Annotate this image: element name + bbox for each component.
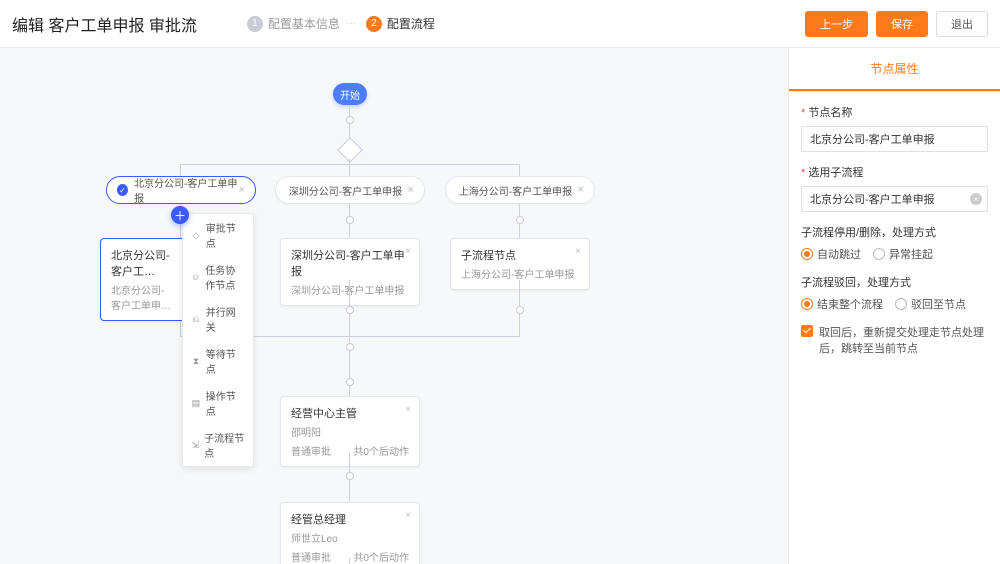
check-icon: ✓ (117, 184, 128, 196)
reject-radio-group: 结束整个流程 驳回至节点 (801, 296, 988, 312)
prev-button[interactable]: 上一步 (805, 11, 868, 37)
dropdown-item-op[interactable]: ▤操作节点 (183, 382, 253, 424)
step-1[interactable]: 1 配置基本信息 (247, 15, 340, 32)
flow-node-card[interactable]: × 经营中心主管 邵明阳 普通审批共0个后动作 (280, 396, 420, 467)
dropdown-item-wait[interactable]: ⧗等待节点 (183, 340, 253, 382)
node-type-dropdown: ◇审批节点 ☺任务协作节点 ⎌并行网关 ⧗等待节点 ▤操作节点 ⇲子流程节点 (182, 213, 254, 467)
flow-node-card[interactable]: 北京分公司-客户工… 北京分公司-客户工单申… (100, 238, 185, 321)
close-icon[interactable]: × (405, 404, 411, 415)
properties-panel: 节点属性 节点名称 选用子流程 × 子流程停用/删除，处理方式 自动跳过 异常挂… (788, 48, 1000, 564)
flow-node-card[interactable]: × 经管总经理 师世立Leo 普通审批共0个后动作 (280, 502, 420, 564)
close-icon[interactable]: × (408, 184, 414, 196)
gateway-diamond[interactable] (337, 137, 362, 162)
wait-icon: ⧗ (191, 356, 201, 366)
flow-node-card[interactable]: × 子流程节点 上海分公司-客户工单申报 (450, 238, 590, 290)
radio-auto-skip[interactable]: 自动跳过 (801, 246, 861, 262)
save-button[interactable]: 保存 (876, 11, 928, 37)
connector-dot[interactable] (346, 472, 354, 480)
collab-icon: ☺ (191, 272, 200, 282)
step-number-icon: 1 (247, 16, 263, 32)
radio-end-flow[interactable]: 结束整个流程 (801, 296, 883, 312)
step-2[interactable]: 2 配置流程 (366, 15, 435, 32)
branch-tab[interactable]: 上海分公司-客户工单申报 × (445, 176, 595, 204)
radio-dot-icon (801, 248, 813, 260)
node-name-input[interactable] (801, 126, 988, 152)
flow-node-card[interactable]: × 深圳分公司-客户工单申报 深圳分公司-客户工单申报 (280, 238, 420, 306)
close-icon[interactable]: × (575, 246, 581, 257)
label-node-name: 节点名称 (801, 104, 988, 120)
header-actions: 上一步 保存 退出 (805, 11, 988, 37)
connector-dot[interactable] (346, 343, 354, 351)
flow-canvas[interactable]: 开始 ✓ 北京分公司-客户工单申报 × 深圳分公司-客户工单申报 × 上海分公司… (0, 48, 788, 564)
connector-dot[interactable] (346, 306, 354, 314)
radio-dot-icon (895, 298, 907, 310)
step-number-icon: 2 (366, 16, 382, 32)
connector-dot[interactable] (516, 306, 524, 314)
radio-return-node[interactable]: 驳回至节点 (895, 296, 966, 312)
op-icon: ▤ (191, 398, 201, 408)
dropdown-item-sub[interactable]: ⇲子流程节点 (183, 424, 253, 466)
radio-exception[interactable]: 异常挂起 (873, 246, 933, 262)
subflow-select[interactable] (801, 186, 988, 212)
close-icon[interactable]: × (405, 510, 411, 521)
gateway-icon: ⎌ (191, 314, 201, 324)
dropdown-item-gateway[interactable]: ⎌并行网关 (183, 298, 253, 340)
tab-node-props[interactable]: 节点属性 (789, 48, 1000, 91)
label-reject-mode: 子流程驳回，处理方式 (801, 274, 988, 290)
add-node-button[interactable]: ＋ (171, 206, 189, 224)
connector-line (180, 164, 520, 165)
step-separator: ··· (346, 18, 356, 29)
subflow-icon: ⇲ (191, 440, 199, 450)
connector-line (349, 558, 350, 564)
stop-radio-group: 自动跳过 异常挂起 (801, 246, 988, 262)
branch-tab[interactable]: 深圳分公司-客户工单申报 × (275, 176, 425, 204)
label-subflow: 选用子流程 (801, 164, 988, 180)
branch-tab[interactable]: ✓ 北京分公司-客户工单申报 × (106, 176, 256, 204)
close-icon[interactable]: × (578, 184, 584, 196)
dropdown-item-audit[interactable]: ◇审批节点 (183, 214, 253, 256)
checkbox-icon (801, 325, 813, 337)
audit-icon: ◇ (191, 230, 201, 240)
exit-button[interactable]: 退出 (936, 11, 988, 37)
dropdown-item-collab[interactable]: ☺任务协作节点 (183, 256, 253, 298)
radio-dot-icon (873, 248, 885, 260)
page-title: 编辑 客户工单申报 审批流 (12, 12, 197, 36)
header: 编辑 客户工单申报 审批流 1 配置基本信息 ··· 2 配置流程 上一步 保存… (0, 0, 1000, 48)
start-node[interactable]: 开始 (333, 83, 367, 105)
connector-dot[interactable] (346, 116, 354, 124)
clear-icon[interactable]: × (970, 193, 982, 205)
connector-dot[interactable] (516, 216, 524, 224)
panel-tabs: 节点属性 (789, 48, 1000, 92)
connector-dot[interactable] (346, 378, 354, 386)
close-icon[interactable]: × (239, 184, 245, 196)
steps: 1 配置基本信息 ··· 2 配置流程 (247, 15, 435, 32)
label-stop-mode: 子流程停用/删除，处理方式 (801, 224, 988, 240)
checkbox-retrieve[interactable]: 取回后，重新提交处理走节点处理后，跳转至当前节点 (801, 324, 988, 356)
close-icon[interactable]: × (405, 246, 411, 257)
connector-dot[interactable] (346, 216, 354, 224)
connector-line (349, 159, 350, 176)
radio-dot-icon (801, 298, 813, 310)
